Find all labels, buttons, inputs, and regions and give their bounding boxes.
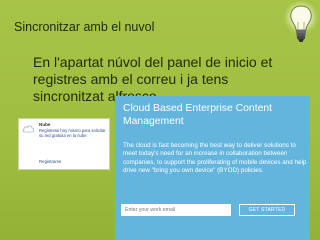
panel-title: Cloud Based Enterprise Content Managemen… xyxy=(123,103,273,127)
widget-name: Nube xyxy=(39,122,51,127)
panel-description: The cloud is fast becoming the best way … xyxy=(123,142,307,174)
cloud-icon xyxy=(22,125,35,133)
cloud-promo-panel: Cloud Based Enterprise Content Managemen… xyxy=(115,96,310,240)
widget-description: Regístrese hoy mismo para solicitar su r… xyxy=(39,128,106,138)
slide-title: Sincronitzar amb el nuvol xyxy=(14,20,155,34)
get-started-button[interactable]: GET STARTED xyxy=(239,204,295,216)
work-email-input[interactable] xyxy=(121,204,231,216)
register-link[interactable]: Registrarse xyxy=(39,159,61,164)
cloud-signup-widget: Nube Regístrese hoy mismo para solicitar… xyxy=(18,118,110,170)
lightbulb-icon xyxy=(283,1,319,42)
